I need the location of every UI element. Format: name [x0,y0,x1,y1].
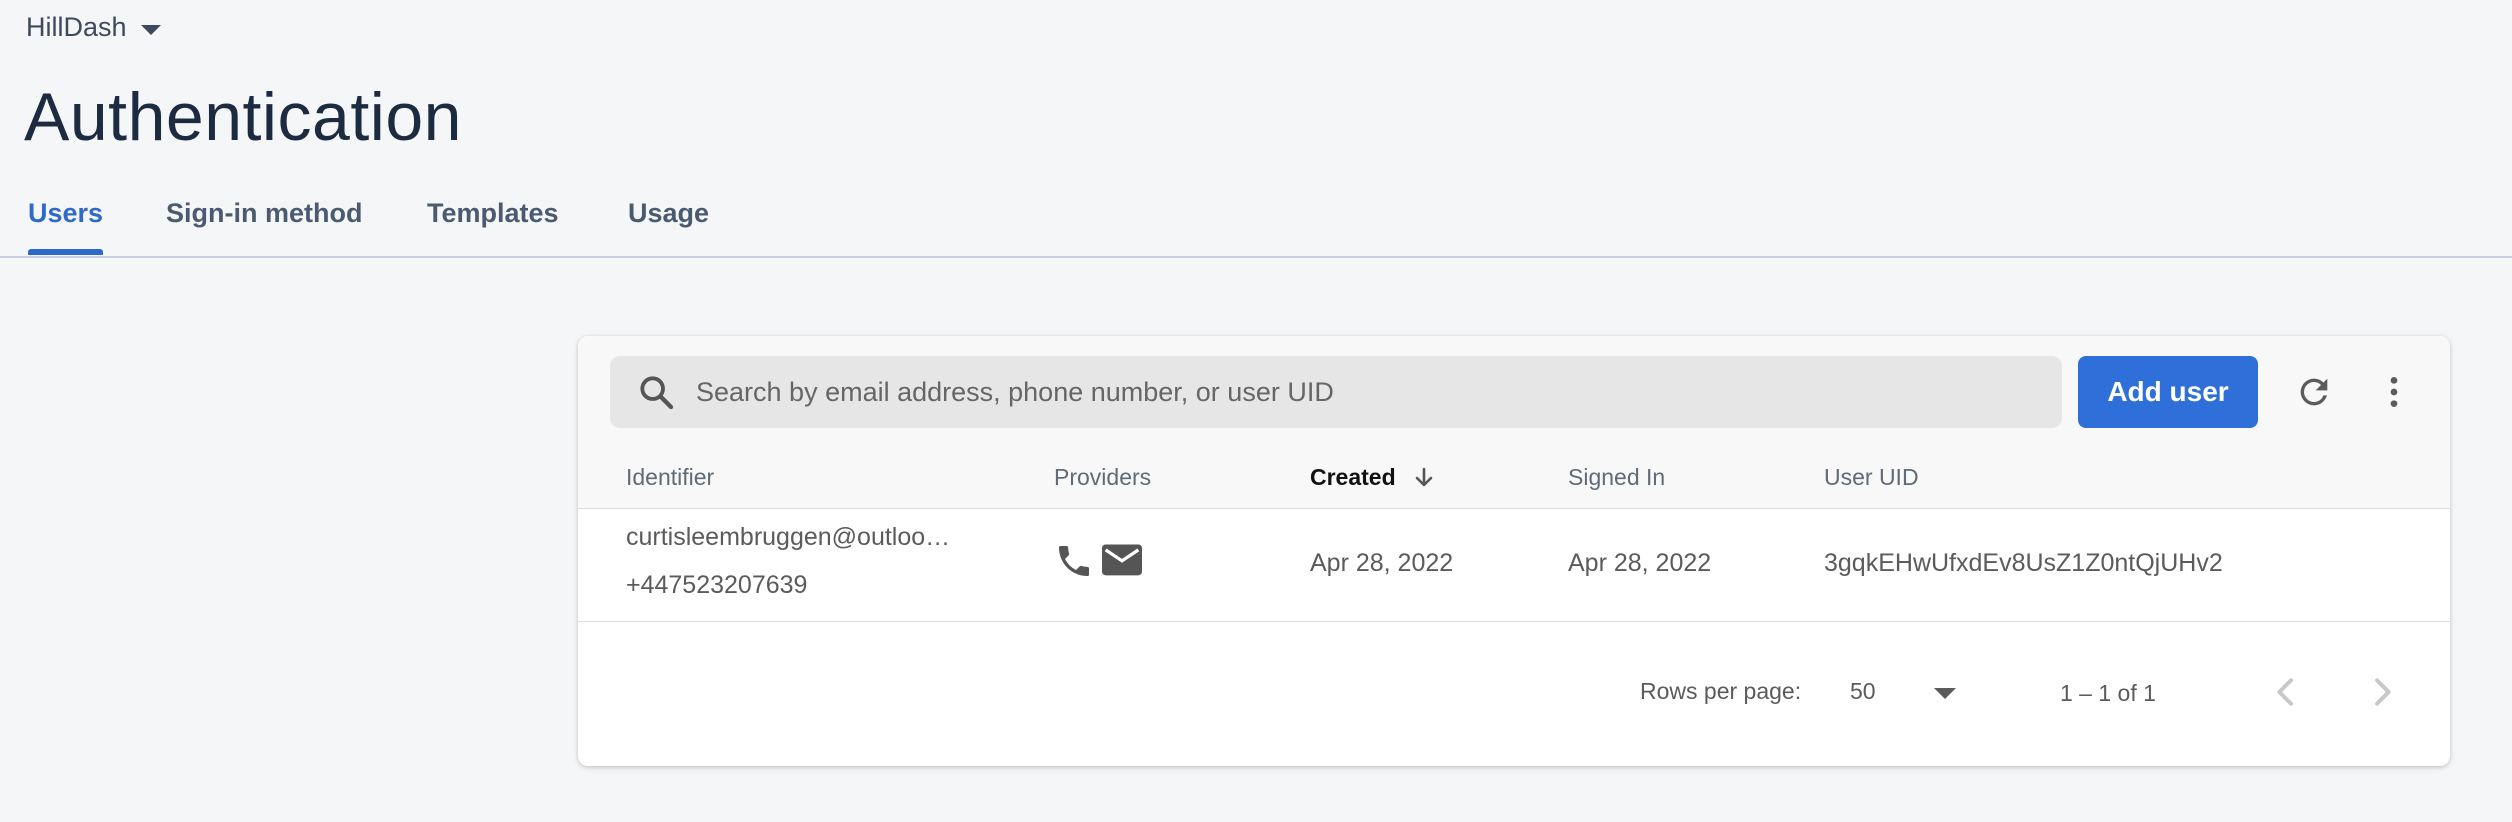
project-switcher[interactable]: HillDash [26,12,161,43]
rows-per-page-select[interactable]: 50 [1850,670,1960,710]
next-page-button[interactable] [2362,672,2402,712]
arrow-down-icon [1415,467,1432,486]
column-header-created[interactable]: Created [1310,464,1436,491]
tab-templates[interactable]: Templates [427,198,559,253]
search-bar[interactable] [610,356,2062,428]
pagination-bar: Rows per page: 50 1 – 1 of 1 [578,622,2450,766]
search-icon [640,376,674,410]
rows-per-page-label: Rows per page: [1640,678,1802,704]
column-header-providers[interactable]: Providers [1054,464,1151,491]
phone-icon [1059,546,1089,576]
tab-usage[interactable]: Usage [628,198,709,253]
page-title: Authentication [24,79,462,155]
previous-page-button[interactable] [2266,672,2306,712]
rows-per-page-value: 50 [1850,678,1876,704]
chevron-down-icon [140,24,161,35]
identifier-email: curtisleembruggen@outloo… [626,523,951,551]
table-toolbar: Add user Identifier Providers Created Si… [578,336,2450,509]
email-icon [1102,544,1142,576]
user-uid: 3gqkEHwUfxdEv8UsZ1Z0ntQjUHv2 [1824,549,2223,577]
identifier-phone: +447523207639 [626,571,808,599]
more-vert-icon [2390,377,2398,407]
column-header-created-label: Created [1310,464,1396,490]
more-options-button[interactable] [2368,366,2420,418]
signed-in-date: Apr 28, 2022 [1568,549,1712,577]
tab-bar: Users Sign-in method Templates Usage [0,190,2512,258]
column-header-signed-in[interactable]: Signed In [1568,464,1665,491]
tab-users[interactable]: Users [28,198,104,255]
pagination-range: 1 – 1 of 1 [2060,680,2156,706]
chevron-down-icon [1934,688,1956,699]
refresh-button[interactable] [2288,366,2340,418]
tab-sign-in-method[interactable]: Sign-in method [166,198,362,253]
column-header-user-uid[interactable]: User UID [1824,464,1919,491]
table-row[interactable]: curtisleembruggen@outloo… +447523207639 … [578,509,2450,622]
refresh-icon [2300,378,2328,406]
users-table-card: Add user Identifier Providers Created Si… [578,336,2450,766]
search-input[interactable] [694,375,1998,409]
column-header-identifier[interactable]: Identifier [626,464,714,491]
created-date: Apr 28, 2022 [1310,549,1454,577]
project-name: HillDash [26,12,127,42]
add-user-button[interactable]: Add user [2078,356,2258,428]
